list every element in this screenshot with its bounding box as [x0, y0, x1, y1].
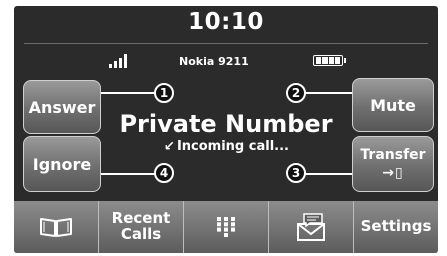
callout-line-3 [305, 173, 352, 175]
messages-tab[interactable] [269, 201, 354, 253]
phonebook-icon [40, 218, 72, 237]
signal-strength-icon [109, 54, 129, 68]
callout-4: 4 [154, 163, 174, 183]
messages-icon [297, 213, 325, 241]
callout-line-2 [305, 92, 352, 94]
phonebook-tab[interactable] [14, 201, 99, 253]
call-status-text: Incoming call... [176, 139, 289, 154]
callout-line-4 [101, 173, 157, 175]
call-status: ↓Incoming call... [14, 137, 438, 156]
clock: 10:10 [188, 9, 264, 35]
phone-screen: 10:10 Nokia 9211 Answer Ignore Mute Tran… [14, 6, 438, 253]
settings-tab[interactable]: Settings [354, 201, 438, 253]
recent-calls-tab[interactable]: Recent Calls [99, 201, 184, 253]
callout-1: 1 [154, 83, 174, 103]
incoming-arrow-icon: ↓ [159, 137, 178, 156]
bottom-bar: Recent Calls Settings [14, 201, 438, 253]
callout-2: 2 [286, 83, 306, 103]
callout-line-1 [101, 92, 157, 94]
keypad-icon [217, 217, 235, 237]
recent-calls-label-line2: Calls [120, 225, 162, 243]
divider [24, 43, 428, 44]
battery-icon [313, 55, 346, 66]
carrier-name: Nokia 9211 [179, 55, 249, 68]
transfer-to-phone-icon: →▯ [382, 165, 404, 181]
keypad-tab[interactable] [184, 201, 269, 253]
callout-3: 3 [286, 163, 306, 183]
caller-name: Private Number [119, 110, 333, 138]
